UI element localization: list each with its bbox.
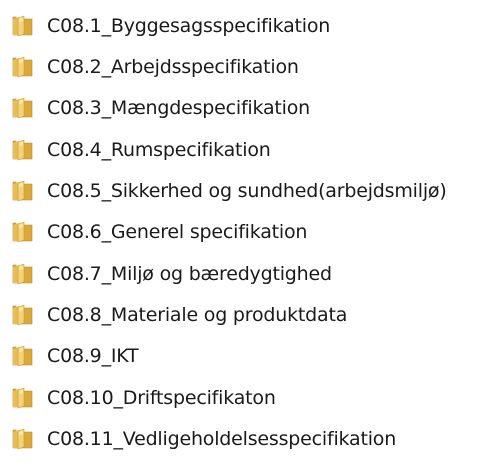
folder-icon: [10, 180, 34, 202]
folder-name: C08.7_Miljø og bæredygtighed: [47, 263, 332, 285]
folder-icon: [10, 387, 34, 409]
folder-item[interactable]: C08.8_Materiale og produktdata: [10, 299, 347, 331]
folder-item[interactable]: C08.3_Mængdespecifikation: [10, 92, 310, 124]
folder-icon: [10, 139, 34, 161]
folder-name: C08.6_Generel specifikation: [47, 221, 308, 243]
folder-name: C08.11_Vedligeholdelsesspecifikation: [47, 428, 397, 450]
folder-icon: [10, 97, 34, 119]
folder-icon: [10, 56, 34, 78]
folder-icon: [10, 304, 34, 326]
folder-item[interactable]: C08.5_Sikkerhed og sundhed(arbejdsmiljø): [10, 175, 447, 207]
folder-name: C08.3_Mængdespecifikation: [47, 97, 311, 119]
folder-item[interactable]: C08.6_Generel specifikation: [10, 216, 307, 248]
folder-name: C08.8_Materiale og produktdata: [47, 304, 348, 326]
folder-name: C08.10_Driftspecifikaton: [47, 387, 276, 409]
folder-item[interactable]: C08.2_Arbejdsspecifikation: [10, 51, 299, 83]
folder-icon: [10, 428, 34, 450]
folder-name: C08.5_Sikkerhed og sundhed(arbejdsmiljø): [47, 180, 447, 202]
folder-item[interactable]: C08.10_Driftspecifikaton: [10, 382, 276, 414]
folder-list: C08.1_Byggesagsspecifikation C08.2_Arbej…: [0, 0, 501, 465]
folder-icon: [10, 263, 34, 285]
folder-name: C08.2_Arbejdsspecifikation: [47, 56, 299, 78]
folder-icon: [10, 15, 34, 37]
folder-item[interactable]: C08.7_Miljø og bæredygtighed: [10, 258, 332, 290]
folder-icon: [10, 345, 34, 367]
folder-name: C08.1_Byggesagsspecifikation: [47, 15, 331, 37]
folder-item[interactable]: C08.9_IKT: [10, 340, 139, 372]
folder-item[interactable]: C08.1_Byggesagsspecifikation: [10, 10, 330, 42]
folder-item[interactable]: C08.11_Vedligeholdelsesspecifikation: [10, 423, 396, 455]
folder-name: C08.4_Rumspecifikation: [47, 139, 271, 161]
folder-icon: [10, 221, 34, 243]
folder-name: C08.9_IKT: [47, 345, 139, 367]
folder-item[interactable]: C08.4_Rumspecifikation: [10, 134, 271, 166]
